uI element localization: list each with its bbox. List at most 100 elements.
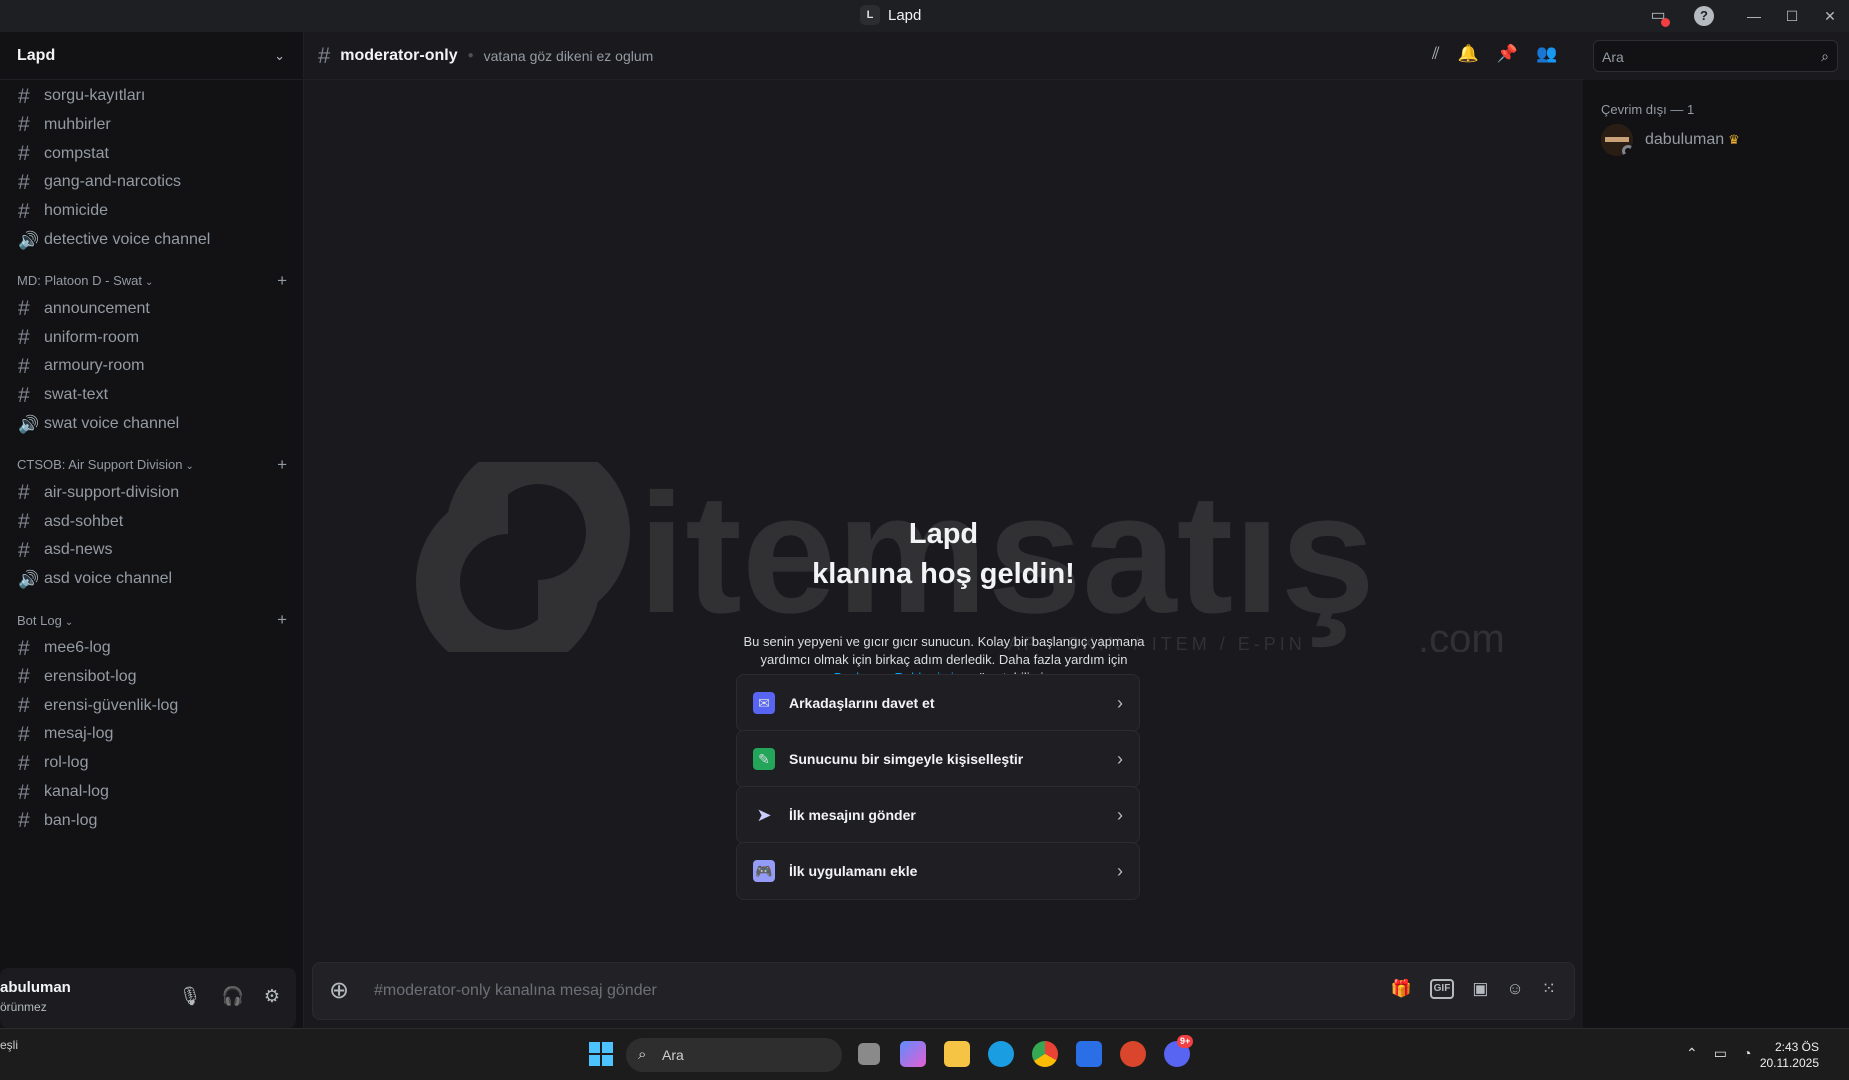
hash-icon: # [18, 665, 30, 689]
category-name: Bot Log [17, 612, 62, 628]
edge-icon[interactable] [988, 1041, 1014, 1067]
sticker-icon[interactable]: ▣ [1472, 979, 1488, 999]
user-controls: 🎙 🎧 ⚙ [179, 986, 280, 1007]
channel-label: homicide [44, 202, 109, 220]
channel-label: swat voice channel [44, 415, 180, 432]
pin-icon[interactable]: 📌 [1497, 44, 1518, 64]
channel-item[interactable]: # ban-log [8, 805, 295, 837]
category-label: MD: Platoon D - Swat ⌄ [17, 273, 153, 288]
channel-item[interactable]: # announcement [8, 293, 295, 325]
channel-item[interactable]: # gang-and-narcotics [8, 166, 295, 198]
volume-icon[interactable]: ◔ [1743, 1045, 1751, 1062]
add-channel-icon[interactable]: + [277, 455, 287, 475]
search-box[interactable]: Ara ⌕ [1593, 40, 1838, 72]
channel-label: asd-news [44, 541, 113, 559]
gif-icon[interactable]: GIF [1429, 979, 1455, 999]
offline-status-icon [1622, 145, 1633, 156]
member-name: dabuluman [1645, 131, 1725, 148]
hash-icon: # [18, 780, 30, 804]
first-app-card[interactable]: 🎮 İlk uygulamanı ekle › [736, 842, 1140, 900]
channel-category[interactable]: MD: Platoon D - Swat ⌄ + [17, 271, 287, 291]
chevron-up-icon[interactable]: ⌃ [1686, 1045, 1698, 1062]
inbox-icon[interactable]: ▭ [1646, 5, 1670, 27]
server-header[interactable]: Lapd ⌄ [0, 32, 303, 80]
network-icon[interactable]: ▭ [1714, 1045, 1727, 1062]
channel-item[interactable]: # compstat [8, 138, 295, 170]
channel-item[interactable]: # muhbirler [8, 109, 295, 141]
channel-item[interactable]: 🔊 swat voice channel [8, 408, 295, 440]
emoji-icon[interactable]: ☺ [1506, 979, 1523, 999]
card-label: Sunucunu bir simgeyle kişiselleştir [789, 751, 1024, 767]
channel-item[interactable]: # asd-news [8, 534, 295, 566]
maximize-button[interactable]: ☐ [1773, 8, 1811, 25]
chevron-down-icon: ⌄ [64, 616, 74, 628]
help-icon[interactable]: ? [1694, 6, 1714, 26]
channel-label: muhbirler [44, 115, 111, 133]
channel-category[interactable]: CTSOB: Air Support Division ⌄ + [17, 455, 287, 475]
app-icon[interactable] [1120, 1041, 1146, 1067]
task-view-icon[interactable] [858, 1043, 880, 1065]
message-input[interactable]: #moderator-only kanalına mesaj gönder [374, 982, 657, 1000]
apps-icon[interactable]: ⁙ [1542, 979, 1556, 999]
channel-item[interactable]: # uniform-room [8, 322, 295, 354]
chevron-down-icon: ⌄ [145, 277, 154, 289]
clock[interactable]: 2:43 ÖS 20.11.2025 [1760, 1039, 1819, 1071]
gift-icon[interactable]: 🎁 [1390, 979, 1411, 999]
minimize-button[interactable]: — [1735, 8, 1773, 24]
header-toolbar: ⫽ 🔔 📌 👥 [1432, 44, 1557, 64]
member-item[interactable]: dabuluman ♛ [1601, 124, 1740, 156]
hash-icon: # [18, 113, 30, 137]
channel-label: mee6-log [44, 639, 111, 656]
user-panel: abuluman örünmez 🎙 🎧 ⚙ [0, 968, 296, 1028]
channel-item[interactable]: # sorgu-kayıtları [8, 80, 295, 112]
channel-item[interactable]: # mee6-log [8, 632, 295, 664]
search-input[interactable]: Ara [1602, 49, 1624, 65]
speaker-icon: 🔊 [18, 569, 40, 589]
channel-item[interactable]: # rol-log [8, 747, 295, 779]
bell-icon[interactable]: 🔔 [1458, 44, 1479, 64]
invite-friends-card[interactable]: ✉ Arkadaşlarını davet et › [736, 674, 1140, 732]
close-button[interactable]: ✕ [1811, 8, 1849, 25]
members-icon[interactable]: 👥 [1536, 44, 1557, 64]
store-icon[interactable] [1076, 1041, 1102, 1067]
windows-start-icon[interactable] [588, 1041, 614, 1067]
os-taskbar: eşli ⌕ Ara 9+ ⌃ ▭ ◔ 2:43 ÖS 20.11.2025 [0, 1028, 1849, 1080]
search-icon: ⌕ [1821, 48, 1829, 64]
watermark-suffix: .com [1418, 617, 1505, 652]
customize-server-card[interactable]: ✎ Sunucunu bir simgeyle kişiselleştir › [736, 730, 1140, 788]
add-channel-icon[interactable]: + [277, 610, 287, 630]
channel-item[interactable]: # asd-sohbet [8, 506, 295, 538]
channel-item[interactable]: # air-support-division [8, 477, 295, 509]
channel-label: erensi-güvenlik-log [44, 696, 179, 714]
search-icon: ⌕ [638, 1046, 647, 1063]
invite-icon: ✉ [753, 692, 775, 714]
channel-item[interactable]: # swat-text [8, 379, 295, 411]
chevron-right-icon: › [1117, 860, 1123, 881]
copilot-icon[interactable] [900, 1041, 926, 1067]
channel-item[interactable]: # kanal-log [8, 776, 295, 808]
taskbar-search[interactable]: ⌕ Ara [626, 1038, 842, 1072]
gear-icon[interactable]: ⚙ [264, 986, 280, 1007]
channel-item[interactable]: 🔊 detective voice channel [8, 224, 295, 256]
channel-item[interactable]: # mesaj-log [8, 718, 295, 750]
channel-label: rol-log [44, 754, 89, 772]
chrome-icon[interactable] [1032, 1041, 1058, 1067]
card-label: İlk uygulamanı ekle [789, 863, 918, 879]
add-channel-icon[interactable]: + [277, 271, 287, 291]
username[interactable]: abuluman [0, 979, 71, 996]
file-explorer-icon[interactable] [944, 1041, 970, 1067]
hash-icon: # [18, 538, 30, 562]
channel-item[interactable]: # erensibot-log [8, 661, 295, 693]
channel-item[interactable]: 🔊 asd voice channel [8, 563, 295, 595]
discord-badge: 9+ [1177, 1035, 1194, 1048]
microphone-icon[interactable]: 🎙 [179, 986, 202, 1007]
channel-item[interactable]: # armoury-room [8, 350, 295, 382]
channel-item[interactable]: # homicide [8, 195, 295, 227]
channel-item[interactable]: # erensi-güvenlik-log [8, 690, 295, 722]
weather-widget[interactable]: eşli [0, 1037, 18, 1053]
first-message-card[interactable]: ➤ İlk mesajını gönder › [736, 786, 1140, 844]
threads-icon[interactable]: ⫽ [1432, 44, 1440, 64]
add-attachment-icon[interactable]: ⊕ [329, 976, 349, 1005]
channel-category[interactable]: Bot Log ⌄ + [17, 610, 287, 630]
headphones-icon[interactable]: 🎧 [221, 986, 243, 1007]
